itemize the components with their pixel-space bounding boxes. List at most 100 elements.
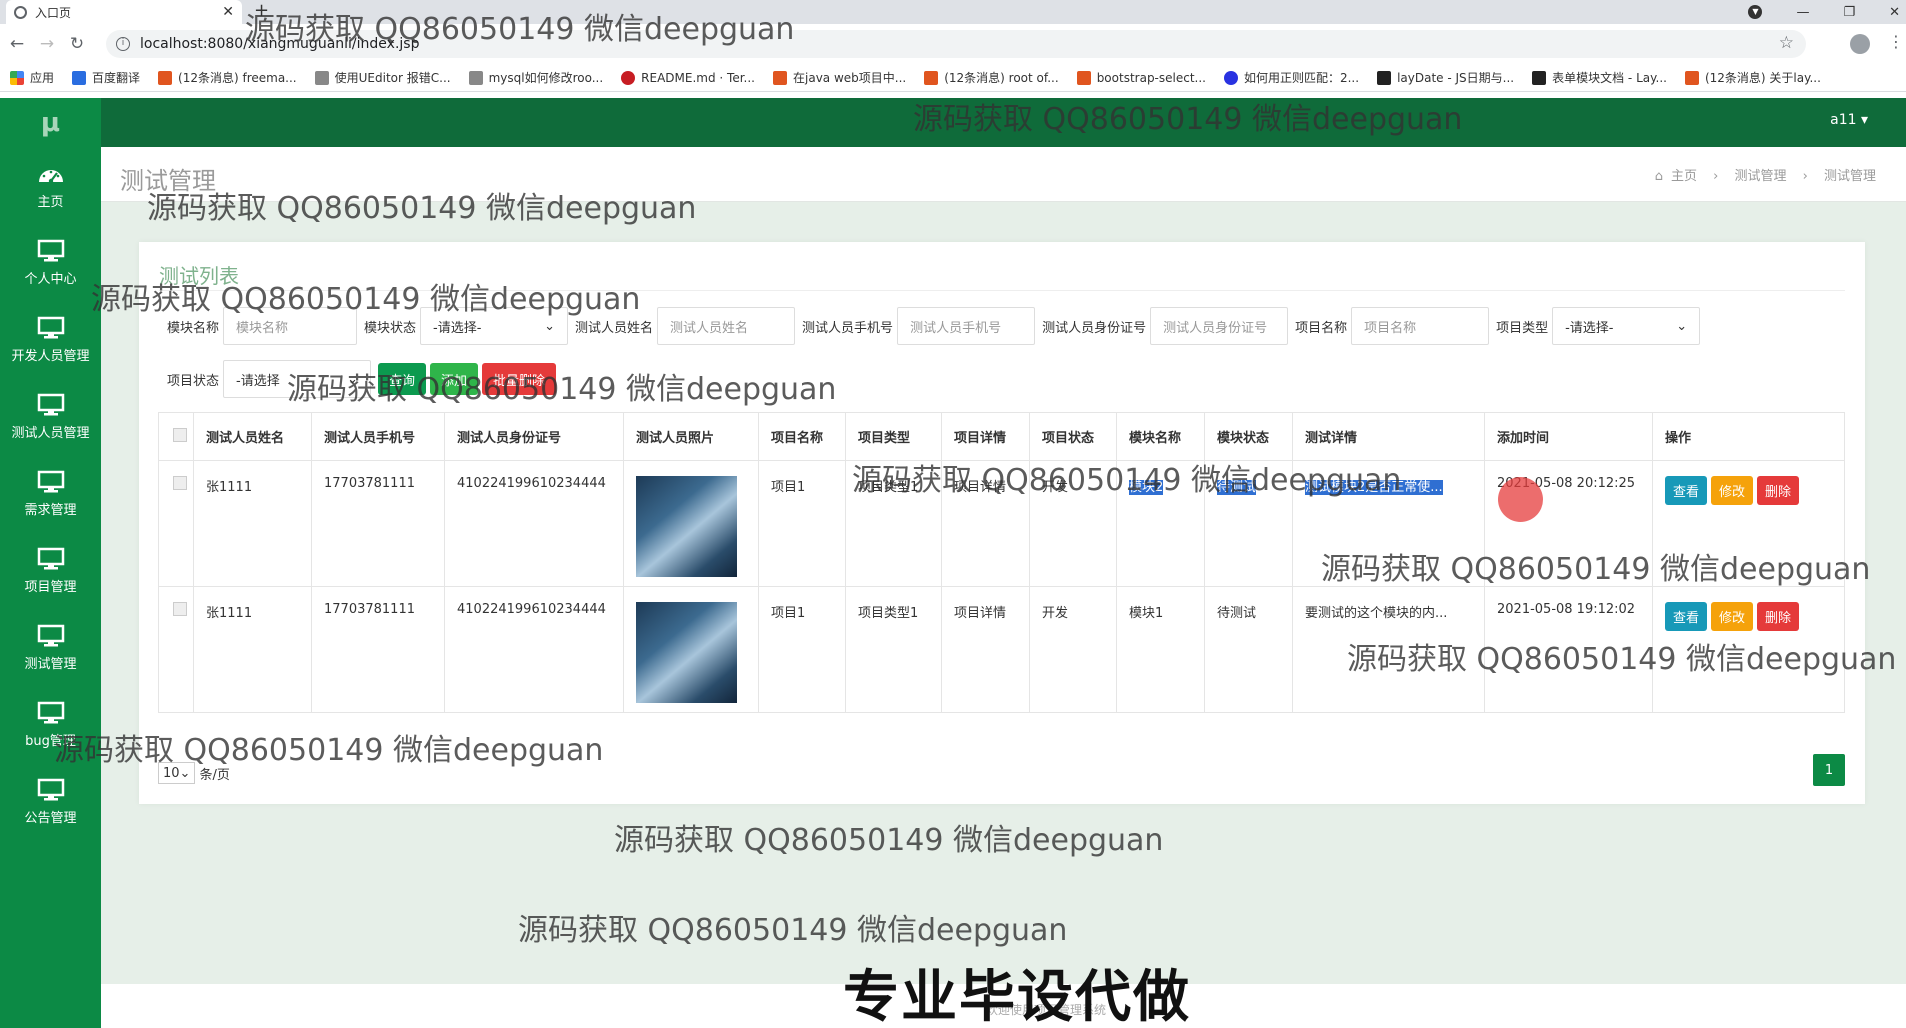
- monitor-icon: [37, 624, 64, 646]
- sidebar-item-requirements[interactable]: 需求管理: [0, 455, 101, 532]
- bookmark-item[interactable]: mysql如何修改roo...: [468, 69, 603, 86]
- sidebar-item-label: 主页: [37, 194, 64, 210]
- bookmark-item[interactable]: 使用UEditor 报错C...: [314, 69, 451, 86]
- sidebar-item-projects[interactable]: 项目管理: [0, 532, 101, 609]
- bookmarks-bar: 应用 百度翻译 (12条消息) freema... 使用UEditor 报错C.…: [0, 64, 1906, 92]
- reload-icon[interactable]: ↻: [64, 34, 90, 54]
- bookmark-item[interactable]: layDate - JS日期与...: [1377, 69, 1514, 86]
- filter-label: 模块名称: [167, 320, 220, 336]
- column-header: 项目类型: [845, 412, 942, 461]
- breadcrumb: ⌂ 主页 › 测试管理 › 测试管理: [1649, 165, 1882, 184]
- app-logo[interactable]: μ: [0, 98, 101, 147]
- restore-icon[interactable]: ❐: [1843, 5, 1855, 20]
- user-menu[interactable]: a11 ▾: [1830, 112, 1868, 128]
- bookmark-item[interactable]: (12条消息) root of...: [924, 69, 1059, 86]
- menu-kebab-icon[interactable]: ⋮: [1888, 32, 1904, 51]
- edit-button[interactable]: 修改: [1711, 602, 1754, 631]
- edit-button[interactable]: 修改: [1711, 476, 1754, 505]
- bookmark-item[interactable]: 在java web项目中...: [773, 69, 906, 86]
- breadcrumb-home[interactable]: 主页: [1671, 169, 1697, 184]
- column-header: 测试详情: [1292, 412, 1485, 461]
- sidebar-item-testers[interactable]: 测试人员管理: [0, 378, 101, 455]
- bookmark-item[interactable]: README.md · Ter...: [621, 70, 755, 85]
- sidebar-item-label: 需求管理: [24, 502, 77, 518]
- breadcrumb-current: 测试管理: [1823, 169, 1876, 184]
- bookmark-item[interactable]: (12条消息) 关于lay...: [1684, 69, 1821, 86]
- sidebar-item-label: 开发人员管理: [11, 348, 90, 364]
- promo-banner: 专业毕设代做: [843, 965, 1191, 1028]
- bookmark-apps[interactable]: 应用: [10, 69, 54, 86]
- back-icon[interactable]: ←: [4, 34, 30, 54]
- cell-project-status: 开发: [1029, 586, 1117, 713]
- baidu-icon: [1223, 70, 1238, 85]
- sidebar-item-notices[interactable]: 公告管理: [0, 763, 101, 840]
- sidebar-item-developers[interactable]: 开发人员管理: [0, 301, 101, 378]
- bookmark-star-icon[interactable]: ☆: [1779, 33, 1794, 53]
- filter-label: 模块状态: [364, 320, 417, 336]
- column-header: 模块名称: [1116, 412, 1205, 461]
- tester-name-input[interactable]: 测试人员姓名: [657, 307, 796, 345]
- gitee-icon: [621, 70, 636, 85]
- watermark: 源码获取 QQ86050149 微信deepguan: [518, 913, 1068, 948]
- csdn-icon: [924, 70, 939, 85]
- column-header: 操作: [1652, 412, 1845, 461]
- row-checkbox[interactable]: [173, 602, 187, 616]
- view-button[interactable]: 查看: [1665, 602, 1708, 631]
- select-all-cell: [158, 412, 194, 461]
- close-icon[interactable]: ✕: [222, 4, 234, 20]
- view-button[interactable]: 查看: [1665, 476, 1708, 505]
- home-icon: ⌂: [1654, 169, 1663, 184]
- tester-photo[interactable]: [636, 602, 737, 703]
- profile-dropdown-icon[interactable]: ▼: [1748, 5, 1763, 19]
- forward-icon[interactable]: →: [34, 34, 60, 54]
- cell-tester-photo: [623, 586, 759, 713]
- bookmark-item[interactable]: 表单模块文档 - Lay...: [1532, 69, 1667, 86]
- profile-avatar[interactable]: [1850, 34, 1870, 54]
- tester-photo[interactable]: [636, 476, 737, 577]
- sidebar-item-tests[interactable]: 测试管理: [0, 609, 101, 686]
- sidebar-item-personal[interactable]: 个人中心: [0, 224, 101, 301]
- sidebar: 主页 个人中心 开发人员管理 测试人员管理 需求管理 项目管理 测试管理 bug…: [0, 147, 101, 1028]
- browser-tab[interactable]: 入口页 ✕: [6, 0, 242, 24]
- column-header: 模块状态: [1204, 412, 1293, 461]
- info-icon[interactable]: i: [116, 37, 130, 51]
- row-checkbox[interactable]: [173, 476, 187, 490]
- cell-project-name: 项目1: [758, 586, 846, 713]
- csdn-icon: [158, 70, 173, 85]
- cell-module-name: 模块1: [1116, 586, 1205, 713]
- breadcrumb-item[interactable]: 测试管理: [1734, 169, 1786, 184]
- cell-module-status: 待测试: [1204, 586, 1293, 713]
- tab-title: 入口页: [35, 5, 72, 20]
- minimize-icon[interactable]: —: [1796, 5, 1809, 20]
- bookmark-item[interactable]: 百度翻译: [72, 69, 140, 86]
- cell-tester-id: 410224199610234444: [444, 460, 624, 587]
- pagination-page-button[interactable]: 1: [1813, 754, 1845, 786]
- bookmark-item[interactable]: 如何用正则匹配：2...: [1223, 69, 1359, 86]
- watermark: 源码获取 QQ86050149 微信deepguan: [1321, 552, 1871, 587]
- delete-button[interactable]: 删除: [1757, 476, 1800, 505]
- dashboard-icon: [38, 169, 63, 183]
- column-header: 项目详情: [941, 412, 1030, 461]
- watermark: 源码获取 QQ86050149 微信deepguan: [852, 463, 1402, 498]
- monitor-icon: [37, 701, 64, 723]
- window-close-icon[interactable]: ✕: [1889, 5, 1900, 20]
- project-name-input[interactable]: 项目名称: [1351, 307, 1490, 345]
- tester-id-input[interactable]: 测试人员身份证号: [1150, 307, 1289, 345]
- chevron-down-icon: ⌄: [1676, 318, 1688, 334]
- cell-tester-name: 张1111: [193, 460, 312, 587]
- cell-tester-photo: [623, 460, 759, 587]
- select-all-checkbox[interactable]: [173, 427, 187, 442]
- tester-phone-input[interactable]: 测试人员手机号: [897, 307, 1036, 345]
- column-header: 添加时间: [1484, 412, 1653, 461]
- column-header: 测试人员姓名: [193, 412, 312, 461]
- project-type-select[interactable]: -请选择- ⌄: [1552, 307, 1701, 345]
- delete-button[interactable]: 删除: [1757, 602, 1800, 631]
- sidebar-item-home[interactable]: 主页: [0, 147, 101, 224]
- bookmark-item[interactable]: (12条消息) freema...: [158, 69, 297, 86]
- monitor-icon: [37, 239, 64, 261]
- watermark: 源码获取 QQ86050149 微信deepguan: [1347, 642, 1897, 677]
- layui-icon: [1377, 70, 1392, 85]
- monitor-icon: [37, 778, 64, 800]
- filter-label: 项目类型: [1496, 320, 1549, 336]
- bookmark-item[interactable]: bootstrap-select...: [1076, 70, 1206, 85]
